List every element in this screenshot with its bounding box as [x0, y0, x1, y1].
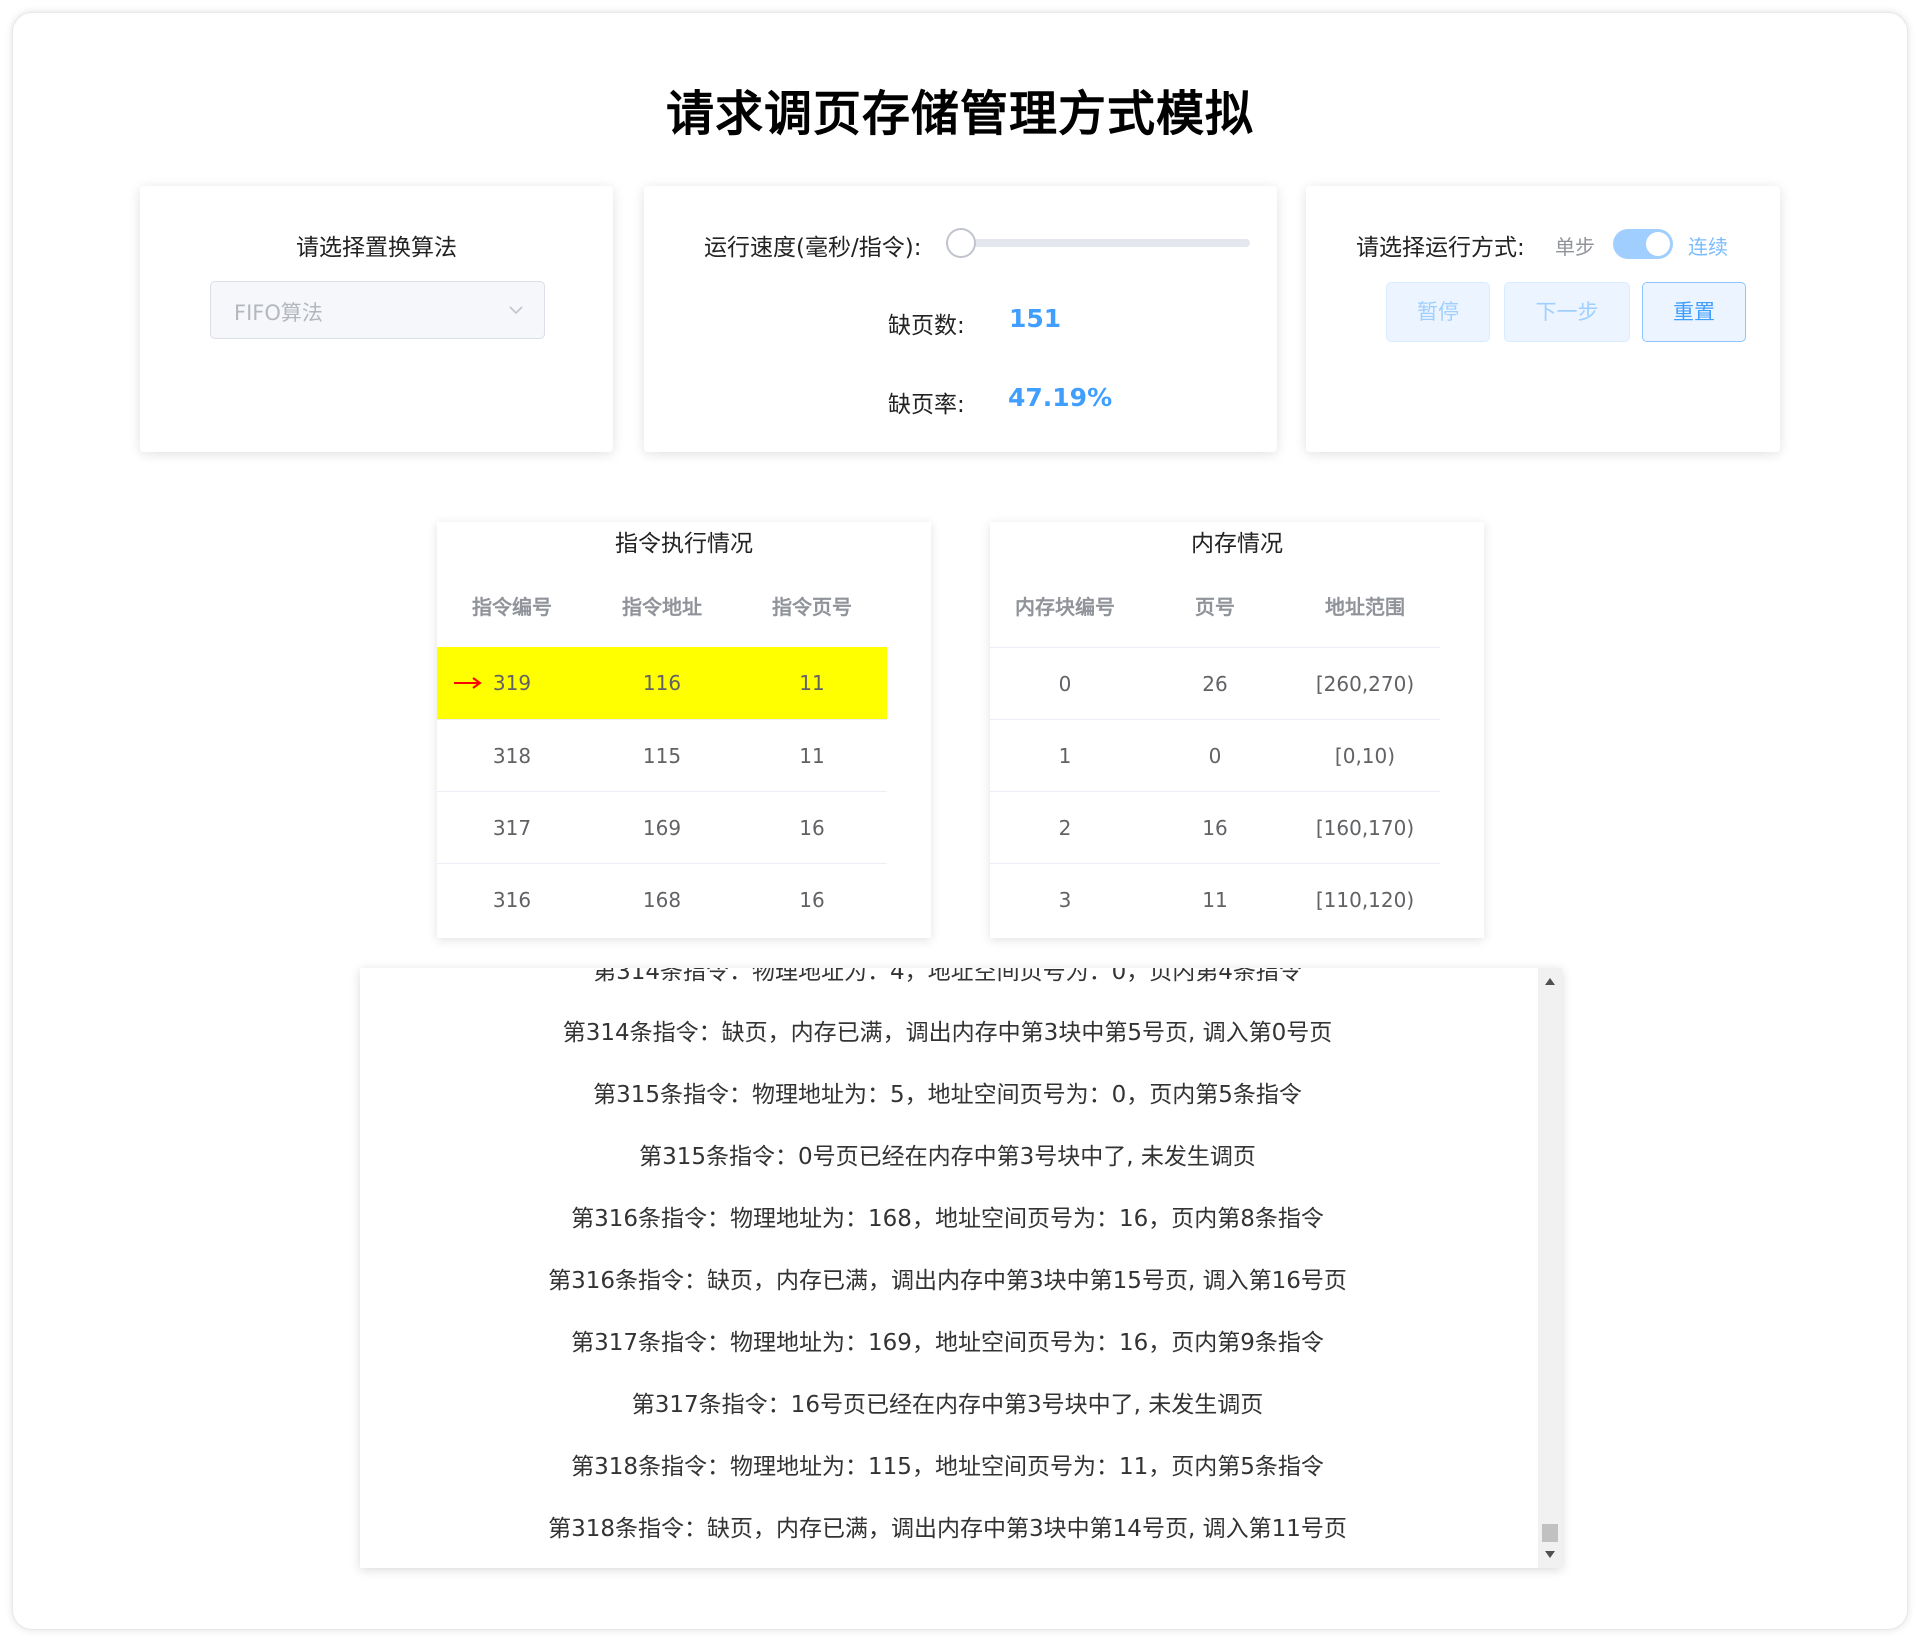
table-cell: 0 — [1208, 744, 1222, 768]
single-step-option[interactable]: 单步 — [1555, 231, 1595, 260]
table-cell: 16 — [1202, 816, 1228, 840]
table-cell: 16 — [799, 888, 825, 912]
log-line: 第318条指令：物理地址为：115，地址空间页号为：11，页内第5条指令 — [571, 1454, 1324, 1480]
algorithm-select[interactable]: FIFO算法 — [210, 281, 545, 339]
algorithm-label: 请选择置换算法 — [296, 235, 457, 261]
log-line: 第318条指令：缺页，内存已满，调出内存中第3块中第14号页, 调入第11号页 — [548, 1516, 1347, 1542]
reset-button[interactable]: 重置 — [1642, 282, 1746, 342]
table-row: 1 0 [0,10) — [990, 719, 1440, 791]
column-header: 页号 — [1195, 595, 1235, 619]
column-header: 内存块编号 — [1015, 595, 1115, 619]
table-cell: 168 — [642, 888, 682, 912]
speed-card: 运行速度(毫秒/指令): 缺页数: 151 缺页率: 47.19% — [644, 186, 1277, 452]
table-cell: 317 — [492, 816, 532, 840]
column-header: 指令页号 — [772, 595, 852, 619]
instruction-table-header: 指令编号 指令地址 指令页号 — [437, 582, 887, 632]
table-cell: 11 — [799, 671, 825, 695]
table-cell: 11 — [1202, 888, 1228, 912]
fault-rate-label: 缺页率: — [888, 392, 965, 418]
memory-table: 内存情况 内存块编号 页号 地址范围 0 26 [260,270) 1 0 [0… — [990, 522, 1484, 938]
column-header: 指令地址 — [622, 595, 702, 619]
table-row: 3 11 [110,120) — [990, 863, 1440, 935]
log-line: 第317条指令：16号页已经在内存中第3号块中了, 未发生调页 — [631, 1392, 1264, 1418]
table-cell: 115 — [642, 744, 682, 768]
table-cell: 1 — [1058, 744, 1072, 768]
table-cell: 318 — [492, 744, 532, 768]
table-cell: 3 — [1058, 888, 1072, 912]
mode-toggle[interactable] — [1613, 229, 1673, 259]
table-cell: 116 — [642, 671, 682, 695]
pause-button[interactable]: 暂停 — [1386, 282, 1490, 342]
table-cell: 0 — [1058, 672, 1072, 696]
table-row: 0 26 [260,270) — [990, 647, 1440, 719]
log-line: 第315条指令：物理地址为：5，地址空间页号为：0，页内第5条指令 — [593, 1082, 1302, 1108]
algorithm-card: 请选择置换算法 FIFO算法 — [140, 186, 613, 452]
scroll-up-arrow-icon[interactable] — [1545, 978, 1555, 985]
table-cell: [160,170) — [1315, 816, 1415, 840]
memory-table-caption: 内存情况 — [1191, 531, 1283, 557]
instruction-table-caption: 指令执行情况 — [615, 531, 753, 557]
mode-label: 请选择运行方式: — [1356, 235, 1525, 261]
chevron-down-icon — [509, 306, 523, 315]
table-cell: 316 — [492, 888, 532, 912]
fault-rate-value: 47.19% — [1008, 383, 1113, 412]
table-cell: [0,10) — [1334, 744, 1396, 768]
page-faults-value: 151 — [1009, 304, 1062, 333]
column-header: 地址范围 — [1325, 595, 1405, 619]
table-row: 2 16 [160,170) — [990, 791, 1440, 863]
log-line: 第315条指令：0号页已经在内存中第3号块中了, 未发生调页 — [639, 1144, 1256, 1170]
next-step-button[interactable]: 下一步 — [1504, 282, 1630, 342]
page-title: 请求调页存储管理方式模拟 — [665, 86, 1254, 142]
log-scrollbar[interactable] — [1538, 968, 1562, 1568]
log-line: 第314条指令：缺页，内存已满，调出内存中第3块中第5号页, 调入第0号页 — [562, 1020, 1333, 1046]
scrollbar-thumb[interactable] — [1542, 1524, 1558, 1542]
speed-label: 运行速度(毫秒/指令): — [704, 235, 922, 261]
scroll-down-arrow-icon[interactable] — [1545, 1551, 1555, 1558]
instruction-table: 指令执行情况 指令编号 指令地址 指令页号 319 116 11 318 115… — [437, 522, 931, 938]
table-cell: 26 — [1202, 672, 1228, 696]
memory-table-header: 内存块编号 页号 地址范围 — [990, 582, 1440, 632]
log-line: 第314条指令：物理地址为：4，地址空间页号为：0，页内第4条指令 — [593, 968, 1302, 985]
table-cell: 319 — [492, 671, 532, 695]
algorithm-select-value: FIFO算法 — [234, 301, 323, 325]
log-line: 第316条指令：物理地址为：168，地址空间页号为：16，页内第8条指令 — [571, 1206, 1324, 1232]
column-header: 指令编号 — [472, 595, 552, 619]
table-cell: 11 — [799, 744, 825, 768]
table-row: 317 169 16 — [437, 791, 887, 863]
page-faults-label: 缺页数: — [888, 313, 965, 339]
speed-slider-track[interactable] — [960, 239, 1250, 247]
table-cell: [260,270) — [1315, 672, 1415, 696]
table-cell: 2 — [1058, 816, 1072, 840]
table-row-current: 319 116 11 — [437, 647, 887, 719]
continuous-option[interactable]: 连续 — [1688, 231, 1728, 260]
table-cell: 16 — [799, 816, 825, 840]
table-row: 318 115 11 — [437, 719, 887, 791]
table-cell: [110,120) — [1315, 888, 1415, 912]
speed-slider-handle[interactable] — [946, 228, 976, 258]
toggle-knob — [1646, 232, 1670, 256]
table-cell: 169 — [642, 816, 682, 840]
log-line: 第317条指令：物理地址为：169，地址空间页号为：16，页内第9条指令 — [571, 1330, 1324, 1356]
mode-card: 请选择运行方式: 单步 连续 暂停 下一步 重置 — [1306, 186, 1780, 452]
table-row: 316 168 16 — [437, 863, 887, 935]
log-line: 第316条指令：缺页，内存已满，调出内存中第3块中第15号页, 调入第16号页 — [548, 1268, 1347, 1294]
execution-log[interactable]: 第314条指令：物理地址为：4，地址空间页号为：0，页内第4条指令 第314条指… — [360, 968, 1562, 1568]
